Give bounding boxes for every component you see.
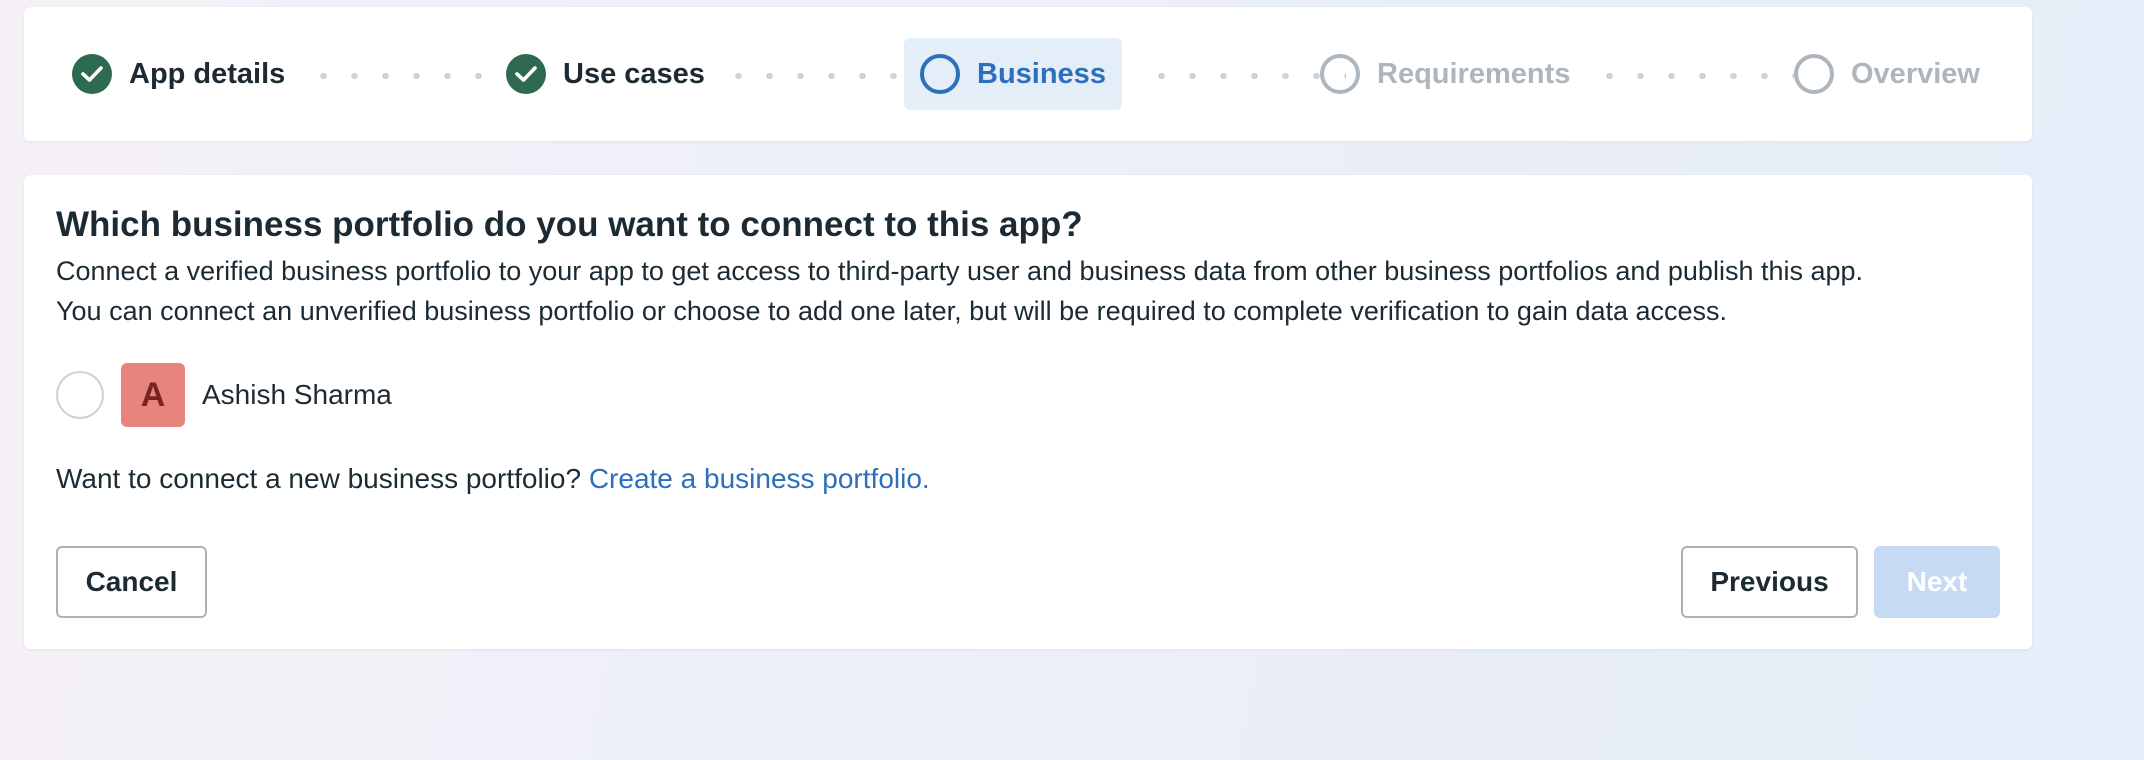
step-business[interactable]: Business (904, 38, 1122, 110)
step-connector (723, 73, 923, 79)
cancel-button[interactable]: Cancel (56, 546, 207, 618)
step-connector (308, 73, 508, 79)
create-portfolio-link[interactable]: Create a business portfolio. (589, 463, 930, 494)
step-overview[interactable]: Overview (1794, 38, 1980, 110)
step-label: Requirements (1377, 57, 1571, 90)
check-circle-icon (506, 54, 546, 94)
check-circle-icon (72, 54, 112, 94)
description: Connect a verified business portfolio to… (56, 251, 2016, 331)
description-line: Connect a verified business portfolio to… (56, 256, 1864, 286)
avatar: A (121, 363, 185, 427)
description-line: You can connect an unverified business p… (56, 296, 1728, 326)
step-requirements[interactable]: Requirements (1320, 38, 1570, 110)
page-title: Which business portfolio do you want to … (56, 205, 1083, 244)
new-portfolio-text: Want to connect a new business portfolio… (56, 463, 589, 494)
ring-icon (920, 54, 960, 94)
business-portfolio-card: Which business portfolio do you want to … (24, 175, 2032, 649)
new-portfolio-prompt: Want to connect a new business portfolio… (56, 463, 930, 495)
step-label: App details (129, 57, 286, 90)
previous-button[interactable]: Previous (1681, 546, 1858, 618)
step-use-cases[interactable]: Use cases (506, 38, 705, 110)
step-app-details[interactable]: App details (72, 38, 285, 110)
progress-stepper: App details Use cases Business Requireme… (24, 7, 2032, 141)
portfolio-option-ashish-sharma[interactable]: A Ashish Sharma (56, 363, 392, 427)
next-button[interactable]: Next (1874, 546, 2000, 618)
ring-icon (1794, 54, 1834, 94)
portfolio-name: Ashish Sharma (202, 379, 392, 410)
step-label: Overview (1851, 57, 1980, 90)
step-connector (1594, 73, 1794, 79)
portfolio-radio[interactable] (56, 371, 104, 419)
step-label: Business (977, 57, 1106, 90)
step-connector (1146, 73, 1346, 79)
ring-icon (1320, 54, 1360, 94)
step-label: Use cases (563, 57, 705, 90)
